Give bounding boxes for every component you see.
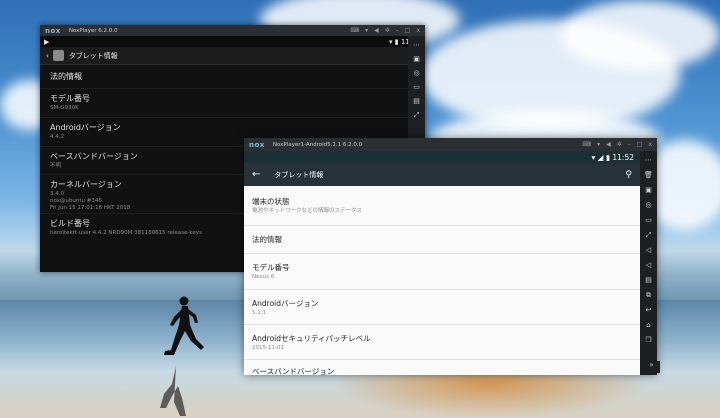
delete-icon[interactable]: 🗑 <box>644 170 654 180</box>
volume-down-icon[interactable]: ◁ <box>644 260 654 270</box>
recents-icon[interactable]: ❐ <box>644 335 654 345</box>
battery-icon: ▮ <box>394 37 399 46</box>
pin-icon[interactable]: ▾ <box>597 141 600 148</box>
location-icon[interactable]: ◎ <box>644 200 654 210</box>
item-title: 端末の状態 <box>252 197 290 206</box>
pin-icon[interactable]: ▾ <box>365 27 368 34</box>
item-title: モデル番号 <box>50 94 90 103</box>
appbar-title: タブレット情報 <box>274 170 324 179</box>
settings-app-icon <box>52 50 64 61</box>
nox-logo: nox <box>249 140 265 149</box>
item-subtitle: 2015-11-01 <box>252 344 284 351</box>
item-title: モデル番号 <box>252 263 290 272</box>
back-arrow-icon[interactable]: ◀ <box>606 141 611 148</box>
item-title: Androidバージョン <box>50 123 121 132</box>
appbar-title: タブレット情報 <box>68 51 118 60</box>
play-icon: ▶ <box>44 37 50 46</box>
apk-icon[interactable]: ▤ <box>412 96 422 106</box>
wifi-icon: ▾ <box>388 37 393 46</box>
back-chevron-icon[interactable]: ‹ <box>46 52 49 60</box>
titlebar[interactable]: nox NoxPlayer 6.2.0.0 ⌨ ▾ ◀ ✲ – □ x <box>40 25 425 36</box>
screenshot-icon[interactable]: ▣ <box>412 54 422 64</box>
status-bar: ▾ ◢ ▮ 11:52 <box>244 151 640 163</box>
chevron-more-icon[interactable]: » <box>643 361 660 373</box>
nox-logo: nox <box>45 26 61 35</box>
window-version-title: NoxPlayer1-Android5.1.1 6.2.0.0 <box>272 141 363 148</box>
settings-list: 端末の状態 電池やネットワークなどの情報のステータス 法的情報 モデル番号 Ne… <box>244 186 640 376</box>
minimize-icon[interactable]: – <box>396 27 399 34</box>
item-subtitle: 電池やネットワークなどの情報のステータス <box>252 208 363 214</box>
keyboard-icon[interactable]: ⌨ <box>582 141 591 148</box>
maximize-icon[interactable]: □ <box>405 27 411 34</box>
runner-silhouette <box>164 296 204 355</box>
back-arrow-icon[interactable]: ◀ <box>374 27 379 34</box>
back-icon[interactable]: ↩ <box>644 305 654 315</box>
list-item[interactable]: モデル番号 SM-G930K <box>40 89 408 118</box>
fullscreen-icon[interactable]: ⤢ <box>644 230 654 240</box>
minimize-icon[interactable]: – <box>628 141 631 148</box>
nox-sidebar: ⋯ 🗑 ▣ ◎ ▭ ⤢ ◁ ◁ ▤ ⧉ ↩ ⌂ ❐ <box>640 151 657 375</box>
item-title: 法的情報 <box>50 72 82 81</box>
keyboard-icon[interactable]: ⌨ <box>350 27 359 34</box>
battery-icon: ▮ <box>605 152 610 162</box>
appbar: ‹ タブレット情報 <box>40 47 425 65</box>
back-arrow-icon[interactable]: ← <box>252 169 260 180</box>
list-item[interactable]: 端末の状態 電池やネットワークなどの情報のステータス <box>244 186 640 226</box>
location-icon[interactable]: ◎ <box>412 68 422 78</box>
more-icon[interactable]: ⋯ <box>644 155 654 165</box>
settings-icon[interactable]: ✲ <box>385 27 390 34</box>
window-version-title: NoxPlayer 6.2.0.0 <box>68 27 118 34</box>
wifi-icon: ▾ <box>591 152 596 162</box>
item-subtitle: SM-G930K <box>50 105 79 111</box>
maximize-icon[interactable]: □ <box>637 141 643 148</box>
item-title: Androidバージョン <box>252 298 319 308</box>
search-icon[interactable]: ⚲ <box>625 170 632 180</box>
item-title: ベースバンドバージョン <box>252 367 335 376</box>
status-bar: ▶ ▾ ▮ 11:52 <box>40 36 425 47</box>
status-clock: 11:52 <box>612 152 634 162</box>
list-item[interactable]: モデル番号 Nexus 6 <box>244 254 640 290</box>
list-item[interactable]: 法的情報 <box>40 65 408 89</box>
appbar: ← タブレット情報 ⚲ <box>244 163 640 186</box>
item-title: Androidセキュリティパッチレベル <box>252 333 371 343</box>
fullscreen-icon[interactable]: ⤢ <box>412 110 422 120</box>
list-item[interactable]: 法的情報 <box>244 226 640 254</box>
close-icon[interactable]: x <box>648 141 652 148</box>
close-icon[interactable]: x <box>416 27 420 34</box>
apk-icon[interactable]: ▤ <box>644 275 654 285</box>
signal-icon: ◢ <box>597 152 604 162</box>
list-item[interactable]: Androidセキュリティパッチレベル 2015-11-01 <box>244 325 640 360</box>
list-item[interactable]: ベースバンドバージョン <box>244 360 640 380</box>
list-item[interactable]: Androidバージョン 5.1.1 <box>244 290 640 325</box>
item-subtitle: 5.1.1 <box>252 309 266 316</box>
item-subtitle: Nexus 6 <box>252 274 275 280</box>
item-title: 法的情報 <box>252 235 282 244</box>
screenshot-icon[interactable]: ▣ <box>644 185 654 195</box>
multi-instance-icon[interactable]: ⧉ <box>644 290 654 300</box>
home-icon[interactable]: ⌂ <box>644 320 654 330</box>
settings-icon[interactable]: ✲ <box>617 141 622 148</box>
volume-up-icon[interactable]: ◁ <box>644 245 654 255</box>
screen-icon[interactable]: ▭ <box>412 82 422 92</box>
noxplayer-window-front[interactable]: nox NoxPlayer1-Android5.1.1 6.2.0.0 ⌨ ▾ … <box>244 138 657 376</box>
screen-icon[interactable]: ▭ <box>644 215 654 225</box>
more-icon[interactable]: ⋯ <box>412 40 422 50</box>
titlebar[interactable]: nox NoxPlayer1-Android5.1.1 6.2.0.0 ⌨ ▾ … <box>244 138 657 151</box>
